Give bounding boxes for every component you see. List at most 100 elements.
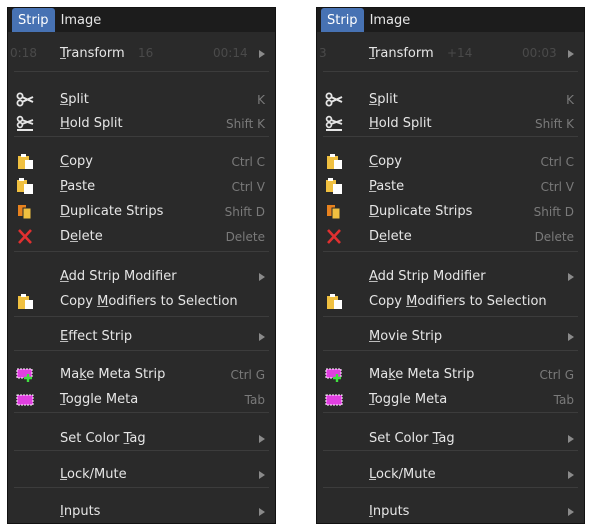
menu-item-add-strip-modifier[interactable]: Add Strip Modifier	[317, 264, 584, 289]
menu-item-copy-modifiers-to-selection[interactable]: Copy Modifiers to Selection	[8, 289, 275, 314]
menu-separator	[14, 316, 269, 317]
menu-separator	[14, 136, 269, 137]
shortcut-label: Shift K	[535, 116, 574, 131]
strip-dropdown-menu: 3 +14 00:03 Transform Split K Hold Split Shift …	[317, 32, 584, 523]
menu-item-toggle-meta[interactable]: Toggle Meta Tab	[8, 387, 275, 412]
menu-item-transform[interactable]: Transform	[317, 41, 584, 66]
menu-item-label: Add Strip Modifier	[60, 269, 177, 284]
menu-item-label: Lock/Mute	[369, 467, 436, 482]
shortcut-label: K	[566, 92, 574, 107]
menu-item-label: Split	[369, 92, 398, 107]
menu-item-label: Copy	[60, 154, 93, 169]
menu-separator	[14, 487, 269, 488]
menu-separator	[323, 487, 578, 488]
menu-item-duplicate-strips[interactable]: Duplicate Strips Shift D	[317, 199, 584, 224]
menu-item-copy[interactable]: Copy Ctrl C	[8, 149, 275, 174]
menu-item-label: Hold Split	[369, 116, 432, 131]
menu-separator	[14, 71, 269, 72]
menu-item-label: Inputs	[369, 504, 410, 519]
menu-separator	[323, 316, 578, 317]
toggle-meta-icon	[325, 391, 343, 408]
delete-x-icon	[16, 228, 34, 245]
submenu-arrow-icon	[568, 49, 574, 58]
menu-item-lock-mute[interactable]: Lock/Mute	[317, 462, 584, 487]
menu-separator	[323, 251, 578, 252]
menu-item-inputs[interactable]: Inputs	[8, 499, 275, 523]
menu-item-label: Copy	[369, 154, 402, 169]
menu-item-label: Paste	[369, 179, 405, 194]
shortcut-label: Tab	[244, 392, 265, 407]
shortcut-label: Shift K	[226, 116, 265, 131]
menu-item-label: Set Color Tag	[369, 431, 455, 446]
menu-item-label: Copy Modifiers to Selection	[60, 294, 238, 309]
menu-item-label: Transform	[60, 46, 125, 61]
menu-item-set-color-tag[interactable]: Set Color Tag	[317, 426, 584, 451]
submenu-arrow-icon	[259, 49, 265, 58]
shortcut-label: Ctrl C	[231, 154, 265, 169]
menu-item-movie-strip[interactable]: Movie Strip	[317, 324, 584, 349]
submenu-arrow-icon	[568, 332, 574, 341]
shortcut-label: Ctrl G	[230, 367, 265, 382]
menu-item-transform[interactable]: Transform	[8, 41, 275, 66]
menu-item-label: Duplicate Strips	[60, 204, 164, 219]
menu-item-label: Toggle Meta	[369, 392, 448, 407]
menu-item-set-color-tag[interactable]: Set Color Tag	[8, 426, 275, 451]
menu-item-paste[interactable]: Paste Ctrl V	[317, 174, 584, 199]
make-meta-icon	[325, 366, 343, 383]
menu-item-duplicate-strips[interactable]: Duplicate Strips Shift D	[8, 199, 275, 224]
submenu-arrow-icon	[568, 507, 574, 516]
strip-dropdown-menu: 0:18 16 00:14 Transform Split K Hold Split Shif…	[8, 32, 275, 523]
menu-item-delete[interactable]: Delete Delete	[317, 224, 584, 249]
submenu-arrow-icon	[568, 272, 574, 281]
shortcut-label: Shift D	[224, 204, 265, 219]
menu-item-lock-mute[interactable]: Lock/Mute	[8, 462, 275, 487]
paste-icon	[325, 178, 343, 195]
hold-split-icon	[325, 115, 343, 132]
menu-item-split[interactable]: Split K	[317, 87, 584, 112]
menu-item-label: Copy Modifiers to Selection	[369, 294, 547, 309]
menu-item-paste[interactable]: Paste Ctrl V	[8, 174, 275, 199]
menu-item-hold-split[interactable]: Hold Split Shift K	[317, 111, 584, 136]
delete-x-icon	[325, 228, 343, 245]
menu-item-label: Set Color Tag	[60, 431, 146, 446]
menu-image[interactable]: Image	[55, 8, 108, 32]
menu-item-delete[interactable]: Delete Delete	[8, 224, 275, 249]
menu-item-split[interactable]: Split K	[8, 87, 275, 112]
menu-image[interactable]: Image	[364, 8, 417, 32]
scissors-icon	[16, 91, 34, 108]
menu-item-label: Make Meta Strip	[369, 367, 475, 382]
copy-icon	[325, 153, 343, 170]
menu-strip[interactable]: Strip	[321, 8, 364, 32]
menu-item-make-meta-strip[interactable]: Make Meta Strip Ctrl G	[8, 362, 275, 387]
submenu-arrow-icon	[259, 332, 265, 341]
menu-item-copy[interactable]: Copy Ctrl C	[317, 149, 584, 174]
shortcut-label: Delete	[225, 229, 265, 244]
menu-strip[interactable]: Strip	[12, 8, 55, 32]
toggle-meta-icon	[16, 391, 34, 408]
submenu-arrow-icon	[568, 434, 574, 443]
shortcut-label: Delete	[534, 229, 574, 244]
menu-item-effect-strip[interactable]: Effect Strip	[8, 324, 275, 349]
scissors-icon	[325, 91, 343, 108]
menu-item-label: Hold Split	[60, 116, 123, 131]
menu-item-inputs[interactable]: Inputs	[317, 499, 584, 523]
menu-item-hold-split[interactable]: Hold Split Shift K	[8, 111, 275, 136]
menu-item-toggle-meta[interactable]: Toggle Meta Tab	[317, 387, 584, 412]
strip-menu-panel-left: Strip Image 0:18 16 00:14 Transform Split K Ho…	[7, 7, 276, 524]
submenu-arrow-icon	[259, 507, 265, 516]
menu-item-label: Split	[60, 92, 89, 107]
shortcut-label: Tab	[553, 392, 574, 407]
menu-bar: Strip Image	[317, 8, 584, 32]
paste-icon	[16, 178, 34, 195]
menu-item-label: Transform	[369, 46, 434, 61]
shortcut-label: Shift D	[533, 204, 574, 219]
menu-item-label: Effect Strip	[60, 329, 133, 344]
menu-separator	[14, 251, 269, 252]
menu-separator	[14, 350, 269, 351]
menu-item-copy-modifiers-to-selection[interactable]: Copy Modifiers to Selection	[317, 289, 584, 314]
menu-item-add-strip-modifier[interactable]: Add Strip Modifier	[8, 264, 275, 289]
menu-item-make-meta-strip[interactable]: Make Meta Strip Ctrl G	[317, 362, 584, 387]
menu-item-label: Paste	[60, 179, 96, 194]
menu-item-label: Lock/Mute	[60, 467, 127, 482]
shortcut-label: K	[257, 92, 265, 107]
